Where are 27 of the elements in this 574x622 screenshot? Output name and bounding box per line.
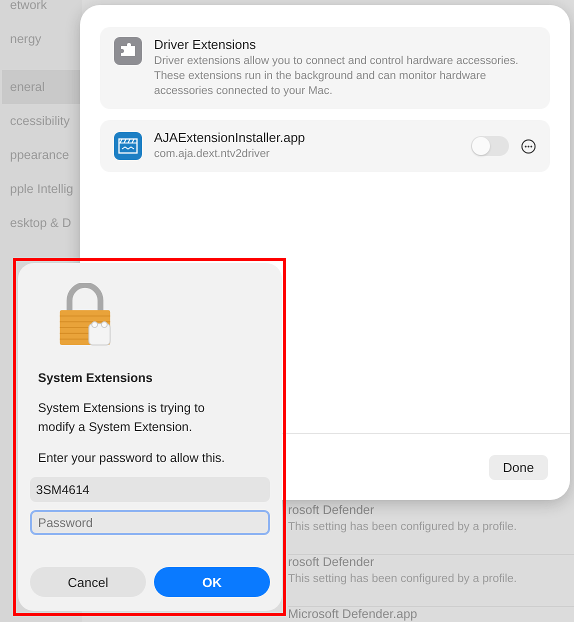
app-icon <box>114 132 142 160</box>
dialog-prompt: Enter your password to allow this. <box>38 450 226 467</box>
password-field[interactable]: Password <box>30 510 270 536</box>
done-button[interactable]: Done <box>488 454 548 480</box>
card-description: Driver extensions allow you to connect and control hardware accessories. These extensions run in the background and can monitor hardware accessories connected to your Mac. <box>154 54 520 100</box>
sidebar-item[interactable]: ppearance <box>2 138 82 172</box>
puzzle-piece-icon <box>114 37 142 65</box>
username-field[interactable]: 3SM4614 <box>30 477 270 502</box>
sidebar-item[interactable]: esktop & D <box>2 206 82 240</box>
list-item-subtitle: This setting has been configured by a profile. <box>288 521 518 533</box>
list-item-title: Microsoft Defender.app <box>288 607 418 621</box>
bundle-identifier: com.aja.dext.ntv2driver <box>154 147 271 162</box>
sidebar-item[interactable]: etwork <box>2 0 82 22</box>
sidebar-item[interactable]: ccessibility <box>2 104 82 138</box>
toggle-switch[interactable] <box>471 136 509 156</box>
list-item-title: rosoft Defender <box>288 503 376 517</box>
list-item-subtitle: This setting has been configured by a profile. <box>288 573 518 585</box>
dialog-title: System Extensions <box>38 371 154 385</box>
ok-button[interactable]: OK <box>154 567 270 597</box>
sidebar-item[interactable]: pple Intellig <box>2 172 82 206</box>
dialog-message: System Extensions is trying to modify a System Extension. <box>38 400 206 436</box>
cancel-button[interactable]: Cancel <box>30 567 146 597</box>
sidebar-item[interactable]: nergy <box>2 22 82 56</box>
list-item-title: rosoft Defender <box>288 555 376 569</box>
card-title: Driver Extensions <box>154 37 257 52</box>
more-options-icon[interactable] <box>521 138 536 154</box>
extension-name: AJAExtensionInstaller.app <box>154 130 306 146</box>
